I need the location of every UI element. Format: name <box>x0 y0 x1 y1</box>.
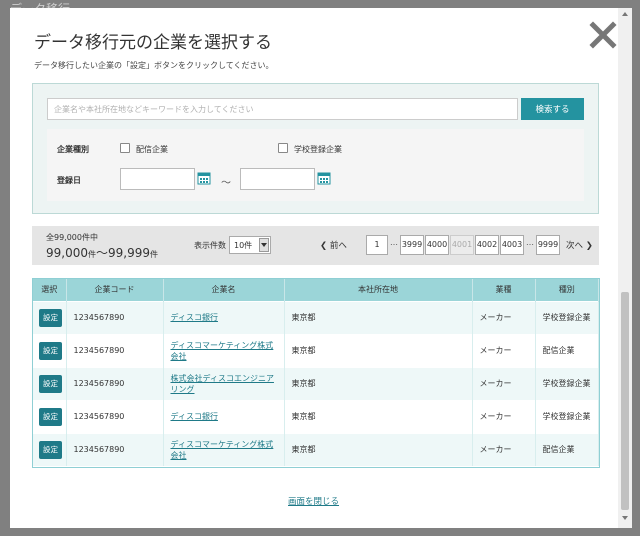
col-header-code: 企業コード <box>66 279 164 301</box>
page-button[interactable]: 4002 <box>475 235 499 255</box>
date-to-input[interactable] <box>240 168 315 190</box>
result-range: 99,000件～99,999件 <box>46 246 159 260</box>
company-type: 学校登録企業 <box>535 366 599 400</box>
prev-page-link[interactable]: ❮ 前へ <box>320 239 347 251</box>
page-ellipsis: … <box>390 238 398 247</box>
company-location: 東京都 <box>284 333 473 367</box>
page-button[interactable]: 3999 <box>400 235 424 255</box>
page-button[interactable]: 4003 <box>500 235 524 255</box>
company-code: 1234567890 <box>66 399 164 433</box>
company-code: 1234567890 <box>66 333 164 367</box>
company-type: 配信企業 <box>535 432 599 466</box>
table-row: 設定 1234567890 株式会社ディスコエンジニア リング 東京都 メーカー … <box>33 366 599 400</box>
company-type-label: 企業種別 <box>57 145 89 154</box>
table-row: 設定 1234567890 ディスコ銀行 東京都 メーカー 学校登録企業 <box>33 399 599 433</box>
company-type: 学校登録企業 <box>535 300 599 334</box>
company-type: 配信企業 <box>535 333 599 367</box>
table-row: 設定 1234567890 ディスコ銀行 東京都 メーカー 学校登録企業 <box>33 300 599 334</box>
modal-title: データ移行元の企業を選択する <box>34 33 272 53</box>
col-header-industry: 業種 <box>472 279 536 301</box>
scroll-down-icon[interactable] <box>622 516 628 520</box>
company-industry: メーカー <box>472 300 536 334</box>
company-name-link[interactable]: 株式会社ディスコエンジニア リング <box>171 373 274 395</box>
col-header-name: 企業名 <box>163 279 285 301</box>
set-button[interactable]: 設定 <box>39 374 62 393</box>
chevron-left-icon: ❮ <box>320 241 328 251</box>
company-code: 1234567890 <box>66 432 164 466</box>
next-page-link[interactable]: 次へ ❯ <box>566 239 593 251</box>
select-company-modal: データ移行元の企業を選択する データ移行したい企業の「設定」ボタンをクリックして… <box>10 8 618 528</box>
per-page-value: 10件 <box>234 241 253 250</box>
type-checkbox-school[interactable] <box>278 143 288 153</box>
search-filter-panel: 検索する 企業種別 配信企業 学校登録企業 登録日 ～ <box>32 83 599 214</box>
total-count: 全99,000件中 <box>46 233 98 242</box>
company-industry: メーカー <box>472 432 536 466</box>
per-page-select[interactable]: 10件 <box>229 236 271 254</box>
company-name-link[interactable]: ディスコマーケティング株式 会社 <box>171 439 274 461</box>
scroll-up-icon[interactable] <box>622 12 628 16</box>
page-button-current: 4001 <box>450 235 474 255</box>
company-table: 選択 企業コード 企業名 本社所在地 業種 種別 設定 1234567890 デ… <box>32 278 600 468</box>
set-button[interactable]: 設定 <box>39 341 62 360</box>
col-header-location: 本社所在地 <box>284 279 473 301</box>
chevron-right-icon: ❯ <box>585 241 593 251</box>
type-checkbox-distribution[interactable] <box>120 143 130 153</box>
chevron-down-icon <box>259 238 269 252</box>
registration-date-label: 登録日 <box>57 176 81 185</box>
date-range-separator: ～ <box>221 178 231 189</box>
pagination-bar: 全99,000件中 99,000件～99,999件 表示件数 10件 ❮ 前へ … <box>32 226 599 265</box>
set-button[interactable]: 設定 <box>39 407 62 426</box>
set-button[interactable]: 設定 <box>39 440 62 459</box>
company-industry: メーカー <box>472 366 536 400</box>
table-row: 設定 1234567890 ディスコマーケティング株式 会社 東京都 メーカー 配… <box>33 432 599 466</box>
company-name-link[interactable]: ディスコ銀行 <box>171 411 218 422</box>
company-location: 東京都 <box>284 399 473 433</box>
company-location: 東京都 <box>284 366 473 400</box>
close-screen-link[interactable]: 画面を閉じる <box>288 495 339 507</box>
search-button[interactable]: 検索する <box>521 98 584 120</box>
company-industry: メーカー <box>472 399 536 433</box>
company-type: 学校登録企業 <box>535 399 599 433</box>
company-name-link[interactable]: ディスコ銀行 <box>171 312 218 323</box>
calendar-icon[interactable] <box>197 171 211 185</box>
company-code: 1234567890 <box>66 300 164 334</box>
page-ellipsis: … <box>526 238 534 247</box>
company-location: 東京都 <box>284 300 473 334</box>
per-page-label: 表示件数 <box>194 241 226 250</box>
scrollbar[interactable] <box>618 8 632 528</box>
col-header-select: 選択 <box>33 279 67 301</box>
type-checkbox-school-label: 学校登録企業 <box>294 145 342 154</box>
calendar-icon[interactable] <box>317 171 331 185</box>
close-icon[interactable] <box>588 20 618 50</box>
keyword-search-input[interactable] <box>47 98 518 120</box>
company-industry: メーカー <box>472 333 536 367</box>
date-from-input[interactable] <box>120 168 195 190</box>
page-button[interactable]: 4000 <box>425 235 449 255</box>
scroll-thumb[interactable] <box>621 292 629 510</box>
filter-options: 企業種別 配信企業 学校登録企業 登録日 ～ <box>47 129 584 201</box>
type-checkbox-distribution-label: 配信企業 <box>136 145 168 154</box>
set-button[interactable]: 設定 <box>39 308 62 327</box>
modal-subtitle: データ移行したい企業の「設定」ボタンをクリックしてください。 <box>34 61 274 70</box>
company-code: 1234567890 <box>66 366 164 400</box>
table-row: 設定 1234567890 ディスコマーケティング株式 会社 東京都 メーカー 配… <box>33 333 599 367</box>
col-header-type: 種別 <box>535 279 599 301</box>
company-name-link[interactable]: ディスコマーケティング株式 会社 <box>171 340 274 362</box>
page-last[interactable]: 9999 <box>536 235 560 255</box>
company-location: 東京都 <box>284 432 473 466</box>
page-first[interactable]: 1 <box>366 235 388 255</box>
